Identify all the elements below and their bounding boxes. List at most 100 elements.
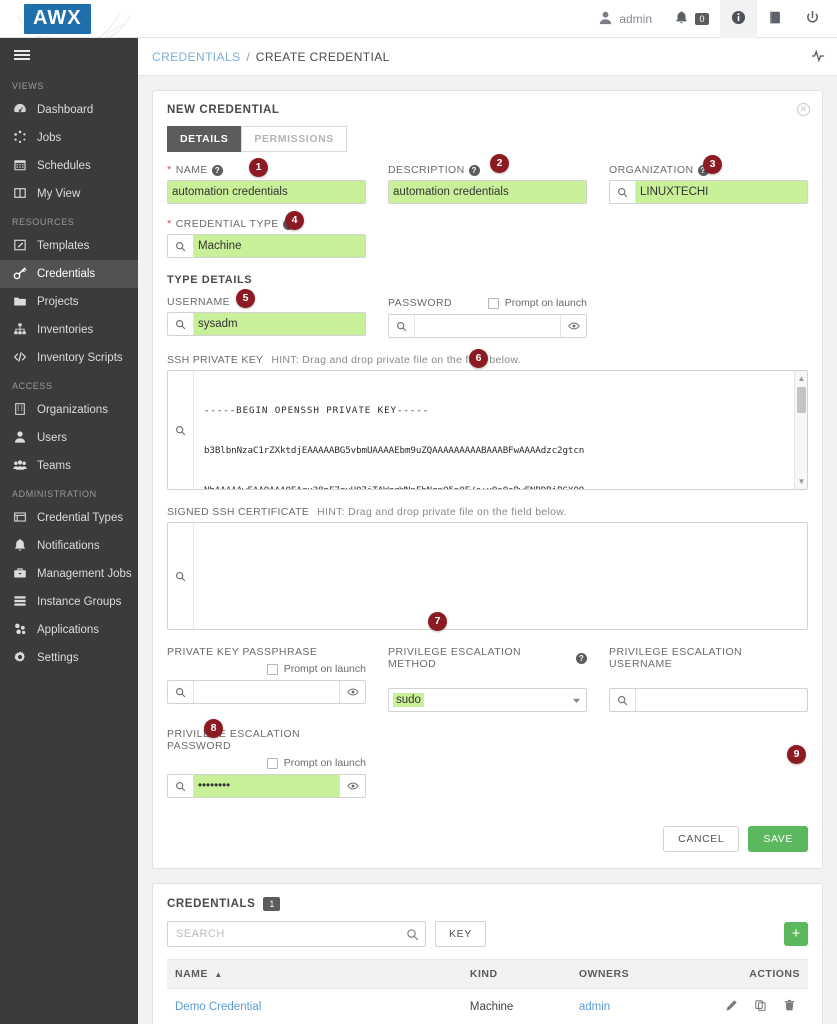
signed-ssh-certificate-textarea[interactable] bbox=[194, 523, 807, 629]
sidebar-item-applications[interactable]: Applications bbox=[0, 616, 138, 644]
ssh-key-scrollbar[interactable]: ▲ ▼ bbox=[794, 371, 807, 489]
scroll-up-icon[interactable]: ▲ bbox=[795, 372, 807, 385]
sidebar-item-management-jobs[interactable]: Management Jobs bbox=[0, 560, 138, 588]
search-icon[interactable] bbox=[399, 928, 425, 941]
password-prompt-on-launch[interactable]: Prompt on launch bbox=[487, 296, 587, 310]
breadcrumb-credentials-link[interactable]: CREDENTIALS bbox=[152, 50, 240, 64]
search-icon[interactable] bbox=[610, 181, 636, 203]
search-box[interactable] bbox=[167, 921, 426, 947]
password-input[interactable] bbox=[415, 315, 560, 337]
sidebar-item-my-view[interactable]: My View bbox=[0, 180, 138, 208]
ssh-private-key-textarea[interactable]: -----BEGIN OPENSSH PRIVATE KEY----- b3Bl… bbox=[194, 371, 794, 489]
search-icon[interactable] bbox=[168, 681, 194, 703]
bell-icon bbox=[13, 538, 27, 555]
credential-name-link[interactable]: Demo Credential bbox=[175, 1001, 261, 1013]
edit-icon[interactable] bbox=[725, 999, 738, 1015]
privilege-escalation-method-select[interactable]: sudo bbox=[388, 688, 587, 712]
sidebar-item-notifications[interactable]: Notifications bbox=[0, 532, 138, 560]
search-icon[interactable] bbox=[168, 523, 194, 629]
activity-stream-icon[interactable] bbox=[811, 49, 825, 66]
show-password-icon[interactable] bbox=[339, 681, 365, 703]
name-input[interactable] bbox=[168, 181, 365, 203]
copy-icon[interactable] bbox=[754, 999, 767, 1015]
username-input[interactable] bbox=[194, 313, 365, 335]
checkbox[interactable] bbox=[266, 663, 278, 675]
tab-permissions[interactable]: PERMISSIONS bbox=[241, 126, 347, 152]
help-icon[interactable]: ? bbox=[576, 652, 587, 664]
sidebar-item-credential-types[interactable]: Credential Types bbox=[0, 504, 138, 532]
cancel-button[interactable]: CANCEL bbox=[663, 826, 740, 852]
credential-type-input[interactable] bbox=[194, 235, 365, 257]
help-icon[interactable]: ? bbox=[468, 164, 480, 176]
sidebar-item-jobs[interactable]: Jobs bbox=[0, 124, 138, 152]
sidebar-item-label: Organizations bbox=[37, 404, 108, 416]
tab-details[interactable]: DETAILS bbox=[167, 126, 242, 152]
top-header-bar: AWX admin 0 bbox=[0, 0, 837, 49]
signed-ssh-certificate-field[interactable] bbox=[167, 522, 808, 630]
scroll-down-icon[interactable]: ▼ bbox=[795, 475, 807, 488]
column-header-name[interactable]: NAME ▲ bbox=[167, 959, 462, 989]
briefcase-icon bbox=[13, 566, 27, 583]
owner-link[interactable]: admin bbox=[579, 1001, 610, 1013]
key-button[interactable]: KEY bbox=[435, 921, 486, 947]
sidebar-item-inventories[interactable]: Inventories bbox=[0, 316, 138, 344]
help-icon[interactable]: ? bbox=[211, 164, 223, 176]
form-tabs: DETAILS PERMISSIONS bbox=[153, 116, 822, 152]
privilege-escalation-username-input[interactable] bbox=[636, 689, 807, 711]
scrollbar-thumb[interactable] bbox=[797, 387, 806, 413]
show-password-icon[interactable] bbox=[339, 775, 365, 797]
sidebar-item-instance-groups[interactable]: Instance Groups bbox=[0, 588, 138, 616]
sidebar-item-teams[interactable]: Teams bbox=[0, 452, 138, 480]
private-key-passphrase-input[interactable] bbox=[194, 681, 339, 703]
sidebar-item-inventory-scripts[interactable]: Inventory Scripts bbox=[0, 344, 138, 372]
column-header-owners[interactable]: OWNERS bbox=[570, 959, 712, 989]
sidebar-item-label: Settings bbox=[37, 652, 79, 664]
search-icon[interactable] bbox=[168, 235, 194, 257]
search-icon[interactable] bbox=[389, 315, 415, 337]
passphrase-prompt-on-launch[interactable]: Prompt on launch bbox=[167, 662, 366, 676]
sidebar-item-dashboard[interactable]: Dashboard bbox=[0, 96, 138, 124]
table-row: Demo Credential Machine admin bbox=[167, 988, 808, 1024]
book-icon bbox=[768, 10, 783, 28]
sidebar-item-label: Templates bbox=[37, 240, 90, 252]
ssh-private-key-field[interactable]: -----BEGIN OPENSSH PRIVATE KEY----- b3Bl… bbox=[167, 370, 808, 490]
required-asterisk: * bbox=[167, 218, 172, 230]
sidebar-toggle-button[interactable] bbox=[0, 38, 138, 72]
search-icon[interactable] bbox=[168, 313, 194, 335]
description-input[interactable] bbox=[389, 181, 586, 203]
sidebar-item-settings[interactable]: Settings bbox=[0, 644, 138, 672]
delete-icon[interactable] bbox=[783, 999, 796, 1015]
organization-input[interactable] bbox=[636, 181, 807, 203]
close-icon[interactable]: ✕ bbox=[797, 103, 810, 116]
add-credential-button[interactable]: + bbox=[784, 922, 808, 946]
current-user[interactable]: admin bbox=[587, 0, 663, 38]
required-asterisk: * bbox=[167, 164, 172, 176]
show-password-icon[interactable] bbox=[560, 315, 586, 337]
logout-button[interactable] bbox=[794, 0, 831, 38]
callout-badge-9: 9 bbox=[787, 745, 806, 764]
search-icon[interactable] bbox=[168, 775, 194, 797]
privilege-escalation-password-input[interactable] bbox=[194, 775, 339, 797]
docs-button[interactable] bbox=[757, 0, 794, 38]
save-button[interactable]: SAVE bbox=[748, 826, 808, 852]
chevron-down-icon[interactable] bbox=[566, 689, 586, 711]
sidebar-item-users[interactable]: Users bbox=[0, 424, 138, 452]
escalation-password-prompt-on-launch[interactable]: Prompt on launch bbox=[167, 756, 366, 770]
info-button[interactable] bbox=[720, 0, 757, 38]
search-input[interactable] bbox=[168, 928, 399, 940]
checkbox[interactable] bbox=[266, 757, 278, 769]
username-field-wrap bbox=[167, 312, 366, 336]
sidebar-item-schedules[interactable]: Schedules bbox=[0, 152, 138, 180]
search-icon[interactable] bbox=[168, 371, 194, 489]
field-privilege-escalation-method: PRIVILEGE ESCALATION METHOD ? sudo bbox=[388, 646, 587, 712]
checkbox[interactable] bbox=[487, 297, 499, 309]
column-header-kind[interactable]: KIND bbox=[461, 959, 571, 989]
search-icon[interactable] bbox=[610, 689, 636, 711]
sidebar-item-credentials[interactable]: Credentials bbox=[0, 260, 138, 288]
sidebar-item-projects[interactable]: Projects bbox=[0, 288, 138, 316]
notifications-button[interactable]: 0 bbox=[663, 0, 720, 38]
row-actions bbox=[720, 999, 800, 1015]
sidebar-item-organizations[interactable]: Organizations bbox=[0, 396, 138, 424]
sidebar-item-templates[interactable]: Templates bbox=[0, 232, 138, 260]
sidebar-item-label: Projects bbox=[37, 296, 79, 308]
